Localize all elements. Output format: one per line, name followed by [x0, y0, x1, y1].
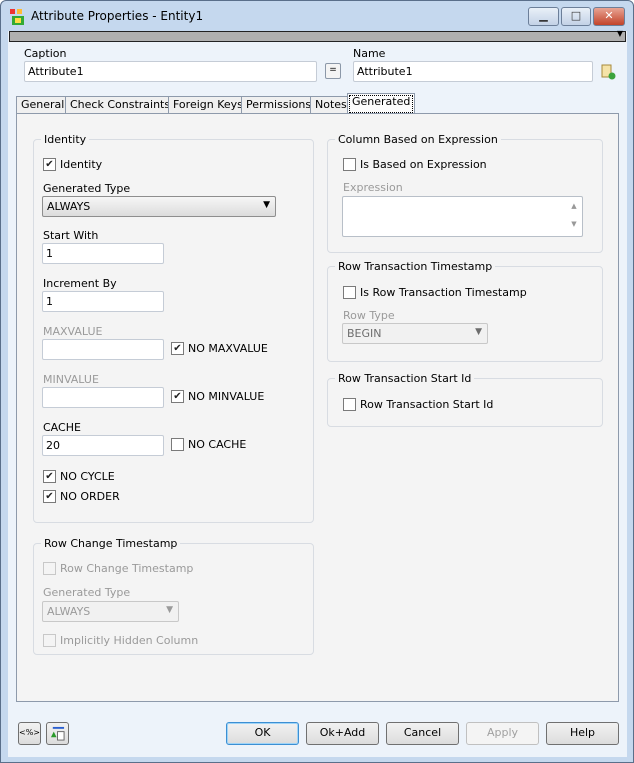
ok-button[interactable]: OK	[226, 722, 299, 745]
start-with-label: Start With	[43, 229, 99, 242]
identity-group: Identity ✔ Identity Generated Type ALWAYS…	[33, 133, 314, 523]
minvalue-label: MINVALUE	[43, 373, 99, 386]
row-change-generated-type-label: Generated Type	[43, 586, 131, 599]
no-cache-label: NO CACHE	[188, 438, 247, 451]
implicitly-hidden-checkbox[interactable]: Implicitly Hidden Column	[43, 634, 198, 647]
no-cache-checkbox[interactable]: NO CACHE	[171, 438, 246, 451]
no-maxvalue-checkbox[interactable]: ✔ NO MAXVALUE	[171, 342, 268, 355]
name-label: Name	[353, 47, 386, 60]
identity-checkbox[interactable]: ✔ Identity	[43, 158, 102, 171]
checkbox-checked-icon: ✔	[43, 490, 56, 503]
implicitly-hidden-label: Implicitly Hidden Column	[60, 634, 199, 647]
is-based-on-expression-label: Is Based on Expression	[360, 158, 487, 171]
caption-input[interactable]: Attribute1	[24, 61, 317, 82]
tab-permissions[interactable]: Permissions	[241, 96, 317, 114]
expression-group-title: Column Based on Expression	[335, 133, 501, 146]
generated-type-value: ALWAYS	[47, 200, 91, 213]
tab-generated[interactable]: Generated	[347, 93, 416, 115]
is-row-tx-ts-label: Is Row Transaction Timestamp	[360, 286, 527, 299]
checkbox-unchecked-icon	[43, 562, 56, 575]
no-cycle-checkbox[interactable]: ✔ NO CYCLE	[43, 470, 115, 483]
expression-label: Expression	[343, 181, 403, 194]
row-change-timestamp-checkbox[interactable]: Row Change Timestamp	[43, 562, 193, 575]
tab-notes[interactable]: Notes	[310, 96, 352, 114]
row-tx-start-label: Row Transaction Start Id	[360, 398, 494, 411]
checkbox-checked-icon: ✔	[43, 158, 56, 171]
identity-checkbox-label: Identity	[60, 158, 103, 171]
apply-button[interactable]: Apply	[466, 722, 539, 745]
generated-type-label: Generated Type	[43, 182, 131, 195]
checkbox-unchecked-icon	[343, 158, 356, 171]
increment-by-label: Increment By	[43, 277, 117, 290]
checkbox-checked-icon: ✔	[171, 390, 184, 403]
is-based-on-expression-checkbox[interactable]: Is Based on Expression	[343, 158, 487, 171]
no-order-label: NO ORDER	[60, 490, 120, 503]
dropdown-arrow-icon[interactable]: ▼	[617, 29, 623, 38]
row-change-group-title: Row Change Timestamp	[41, 537, 181, 550]
toolbar-strip[interactable]: ▼	[9, 29, 626, 42]
data-dictionary-icon[interactable]	[46, 722, 69, 745]
cache-input[interactable]: 20	[42, 435, 164, 456]
app-icon	[10, 9, 24, 25]
row-transaction-timestamp-group: Row Transaction Timestamp Is Row Transac…	[327, 260, 603, 362]
minimize-button[interactable]: ▁	[528, 7, 559, 26]
minvalue-input[interactable]	[42, 387, 164, 408]
no-order-checkbox[interactable]: ✔ NO ORDER	[43, 490, 120, 503]
row-change-generated-type-value: ALWAYS	[47, 605, 91, 618]
generated-type-select[interactable]: ALWAYS ▼	[42, 196, 276, 217]
is-row-transaction-timestamp-checkbox[interactable]: Is Row Transaction Timestamp	[343, 286, 527, 299]
expression-group: Column Based on Expression Is Based on E…	[327, 133, 603, 253]
start-with-input[interactable]: 1	[42, 243, 164, 264]
row-change-timestamp-group: Row Change Timestamp Row Change Timestam…	[33, 537, 314, 655]
validate-name-icon[interactable]	[601, 64, 616, 80]
title-bar[interactable]: Attribute Properties - Entity1 ▁ □ ✕	[1, 1, 633, 31]
checkbox-checked-icon: ✔	[43, 470, 56, 483]
window-title: Attribute Properties - Entity1	[31, 9, 204, 23]
no-cycle-label: NO CYCLE	[60, 470, 115, 483]
generated-tab-panel: Identity ✔ Identity Generated Type ALWAYS…	[16, 113, 619, 702]
chevron-down-icon: ▼	[475, 327, 482, 337]
no-maxvalue-label: NO MAXVALUE	[188, 342, 268, 355]
dialog-client: ▼ Caption Attribute1 = Name Attribute1 G…	[8, 29, 627, 757]
row-tx-start-group-title: Row Transaction Start Id	[335, 372, 475, 385]
cancel-button[interactable]: Cancel	[386, 722, 459, 745]
tab-general[interactable]: General	[16, 96, 70, 114]
chevron-down-icon: ▼	[166, 605, 173, 615]
row-tx-ts-group-title: Row Transaction Timestamp	[335, 260, 496, 273]
name-input[interactable]: Attribute1	[353, 61, 593, 82]
row-change-checkbox-label: Row Change Timestamp	[60, 562, 194, 575]
expression-scrollbar[interactable]: ▲ ▼	[566, 197, 582, 236]
cache-label: CACHE	[43, 421, 81, 434]
row-type-value: BEGIN	[347, 327, 382, 340]
checkbox-unchecked-icon	[43, 634, 56, 647]
increment-by-input[interactable]: 1	[42, 291, 164, 312]
maximize-button[interactable]: □	[561, 7, 591, 26]
maxvalue-label: MAXVALUE	[43, 325, 103, 338]
macro-button[interactable]: <%>	[18, 722, 41, 745]
no-minvalue-checkbox[interactable]: ✔ NO MINVALUE	[171, 390, 264, 403]
row-change-generated-type-select[interactable]: ALWAYS ▼	[42, 601, 179, 622]
row-transaction-start-id-checkbox[interactable]: Row Transaction Start Id	[343, 398, 493, 411]
row-type-select[interactable]: BEGIN ▼	[342, 323, 488, 344]
tab-check-constraints[interactable]: Check Constraints	[65, 96, 176, 114]
checkbox-unchecked-icon	[343, 286, 356, 299]
row-type-label: Row Type	[343, 309, 395, 322]
expression-textarea[interactable]	[342, 196, 583, 237]
chevron-down-icon: ▼	[263, 200, 270, 210]
checkbox-unchecked-icon	[343, 398, 356, 411]
dialog-window: Attribute Properties - Entity1 ▁ □ ✕ ▼ C…	[0, 0, 634, 763]
tab-foreign-keys[interactable]: Foreign Keys	[168, 96, 248, 114]
sync-name-button[interactable]: =	[325, 63, 341, 79]
checkbox-unchecked-icon	[171, 438, 184, 451]
close-button[interactable]: ✕	[593, 7, 625, 26]
checkbox-checked-icon: ✔	[171, 342, 184, 355]
caption-label: Caption	[24, 47, 67, 60]
no-minvalue-label: NO MINVALUE	[188, 390, 265, 403]
ok-add-button[interactable]: Ok+Add	[306, 722, 379, 745]
help-button[interactable]: Help	[546, 722, 619, 745]
maxvalue-input[interactable]	[42, 339, 164, 360]
identity-group-title: Identity	[41, 133, 90, 146]
row-transaction-start-id-group: Row Transaction Start Id Row Transaction…	[327, 372, 603, 427]
